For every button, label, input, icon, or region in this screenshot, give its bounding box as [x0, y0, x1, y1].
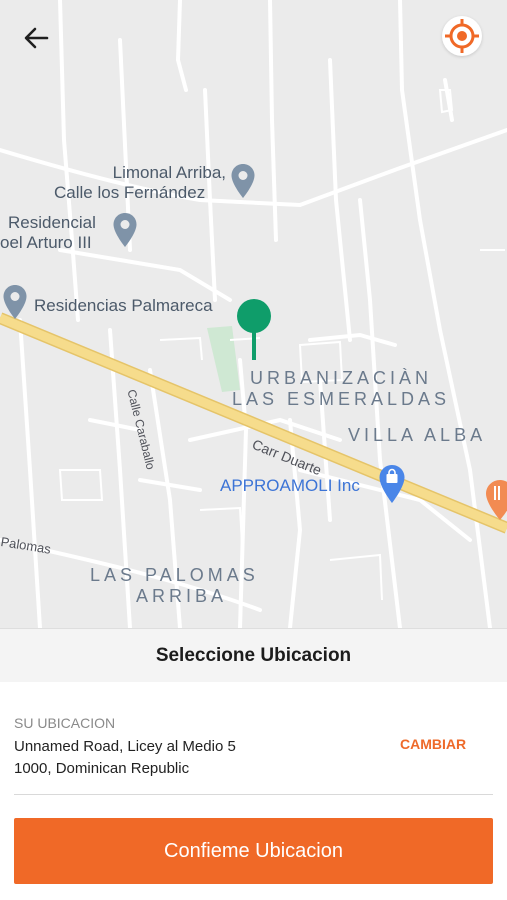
area-label-las-esmeraldas: LAS ESMERALDAS	[232, 389, 451, 409]
location-address: Unnamed Road, Licey al Medio 5 1000, Dom…	[14, 738, 236, 777]
poi-label-approamoli: APPROAMOLI Inc	[220, 476, 360, 495]
change-location-button[interactable]: CAMBIAR	[400, 736, 466, 752]
poi-label-residencial-line1: Residencial	[8, 213, 96, 232]
sheet-header: Seleccione Ubicacion	[0, 628, 507, 682]
place-pin-icon[interactable]	[230, 163, 256, 199]
arrow-left-icon	[24, 27, 49, 49]
my-location-button[interactable]	[442, 16, 482, 56]
place-pin-icon[interactable]	[2, 284, 28, 320]
map-pin-icon[interactable]	[234, 297, 274, 361]
area-label-las-palomas: LAS PALOMAS	[90, 565, 259, 585]
map-view[interactable]: Carr Duarte Calle Caraballo Palomas Limo…	[0, 0, 507, 628]
area-label-urbanizacion: URBANIZACIÀN	[250, 368, 433, 388]
shopping-bag-icon[interactable]	[378, 464, 406, 504]
place-pin-icon[interactable]	[112, 212, 138, 248]
crosshair-icon	[445, 19, 479, 53]
back-button[interactable]	[18, 20, 54, 56]
confirm-location-button[interactable]: Confieme Ubicacion	[14, 818, 493, 884]
poi-limonal-arriba[interactable]: Limonal Arriba,	[94, 163, 226, 183]
confirm-location-label: Confieme Ubicacion	[164, 839, 343, 862]
sheet-title: Seleccione Ubicacion	[155, 644, 352, 666]
area-label-villa-alba: VILLA ALBA	[348, 425, 487, 445]
area-label-arriba: ARRIBA	[136, 586, 228, 606]
fork-knife-icon[interactable]	[484, 478, 507, 522]
divider	[14, 794, 493, 795]
poi-label-palmareca: Residencias Palmareca	[34, 296, 213, 315]
poi-label-residencial-line2: oel Arturo III	[0, 233, 92, 252]
location-panel: SU UBICACION Unnamed Road, Licey al Medi…	[0, 682, 507, 900]
poi-label-line1: Limonal Arriba,	[112, 163, 226, 182]
location-label: SU UBICACION	[14, 715, 116, 731]
poi-label-line2: Calle los Fernández	[54, 183, 206, 202]
